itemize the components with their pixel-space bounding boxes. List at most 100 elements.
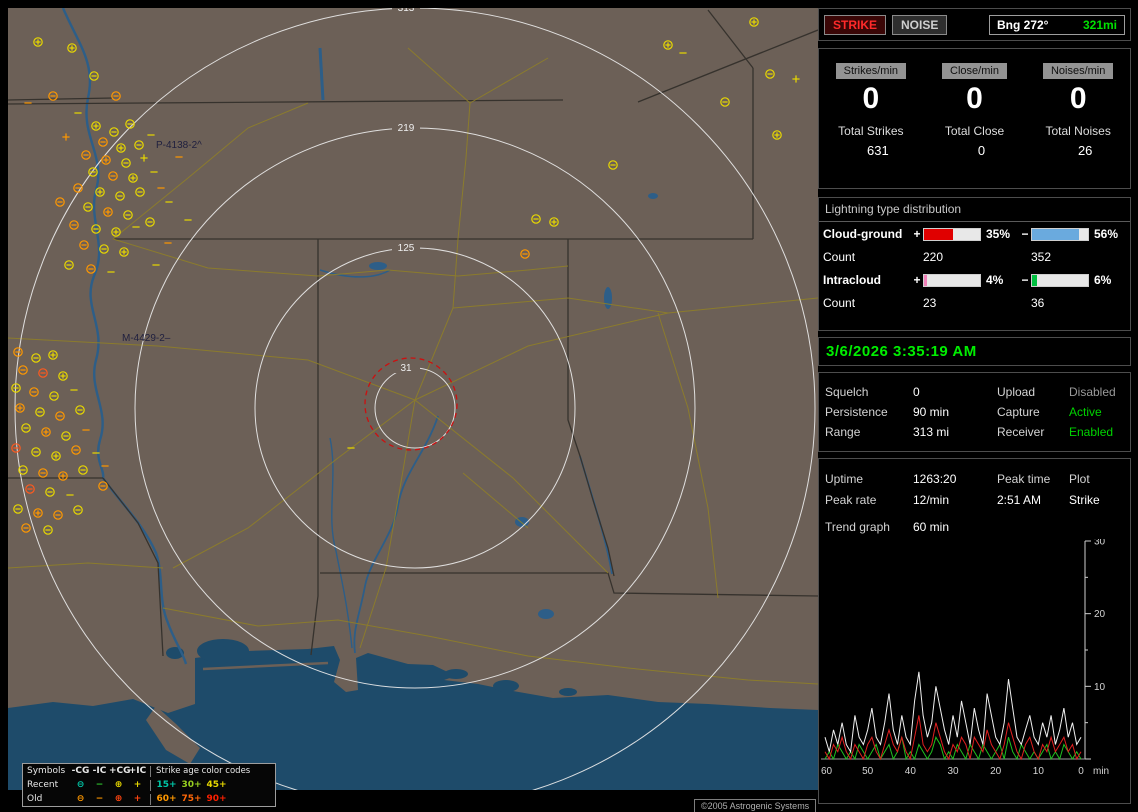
minus-sign: −	[1021, 273, 1029, 287]
mode-toolbar: STRIKE NOISE Bng 272° 321mi	[818, 8, 1131, 41]
bearing-value: Bng 272°	[997, 17, 1049, 32]
legend-row-old: Old ⊖ − ⊕ +60+ 75+ 90+	[23, 792, 275, 806]
intracloud-row: Intracloud + 4% − 6%	[819, 268, 1130, 292]
range-label: 125	[398, 243, 415, 254]
legend-col-neg-ic: -IC	[92, 766, 107, 776]
range-label: 31	[400, 363, 412, 374]
legend-col-pos-ic: +IC	[128, 766, 147, 776]
bearing-display: Bng 272° 321mi	[989, 14, 1125, 35]
app-window: 313 219 125 31 P-4138-2^ M-4429-2– Symbols -…	[0, 0, 1138, 812]
cg-plus-pct: 35%	[986, 227, 1011, 241]
legend-strike-symbol: ⊖	[76, 780, 85, 790]
ic-minus-bar	[1031, 273, 1089, 287]
legend-age-code: 30+	[181, 780, 202, 790]
map-canvas[interactable]: 313 219 125 31 P-4138-2^ M-4429-2–	[8, 8, 818, 790]
range-value: 313 mi	[913, 425, 950, 439]
persistence-label: Persistence	[825, 405, 888, 419]
trend-graph-chart: 10 20 30 60 50 40 30 20 10 0 min	[821, 539, 1109, 777]
uptime-row: Uptime 1263:20 Peak time Plot	[825, 468, 1124, 489]
receiver-status: Enabled	[1069, 425, 1114, 439]
bearing-range: 321mi	[1082, 17, 1117, 32]
y-tick-label: 20	[1094, 609, 1106, 620]
x-axis-unit: min	[1093, 766, 1109, 777]
symbol-legend: Symbols -CG -IC +CG +IC Strike age color…	[22, 763, 276, 807]
trend-graph-row: Trend graph 60 min	[825, 516, 1124, 538]
peak-rate-value: 12/min	[913, 492, 950, 507]
upload-status: Disabled	[1069, 385, 1116, 399]
peak-time-label: Peak time	[997, 471, 1051, 486]
legend-strike-symbol: ⊕	[114, 794, 123, 804]
total-close-value: 0	[977, 143, 986, 158]
plus-sign: +	[913, 227, 921, 241]
strikes-per-min-value: 0	[862, 82, 880, 115]
cg-minus-pct: 56%	[1094, 227, 1119, 241]
legend-strike-symbol: +	[133, 780, 142, 790]
plus-sign: +	[913, 273, 921, 287]
legend-age-header: Strike age color codes	[156, 766, 251, 776]
datetime-box: 3/6/2026 3:35:19 AM	[818, 337, 1131, 366]
range-label: 219	[398, 123, 415, 134]
ic-plus-count: 23	[923, 296, 937, 310]
legend-strike-symbol: +	[133, 794, 142, 804]
count-label: Count	[823, 250, 856, 264]
x-tick-label: 10	[1033, 766, 1045, 777]
lightning-distribution: Lightning type distribution Cloud-ground…	[818, 197, 1131, 331]
persistence-value: 90 min	[913, 405, 950, 419]
squelch-label: Squelch	[825, 385, 869, 399]
close-per-min-value: 0	[966, 82, 983, 115]
settings-box: Squelch 0 Upload Disabled Persistence 90…	[818, 372, 1131, 452]
legend-age-code: 60+	[156, 794, 177, 804]
receiver-label: Receiver	[997, 425, 1045, 439]
y-tick-label: 10	[1094, 682, 1106, 693]
peak-rate-label: Peak rate	[825, 492, 877, 507]
map-panel: 313 219 125 31 P-4138-2^ M-4429-2– Symbols -…	[8, 8, 818, 812]
strike-button[interactable]: STRIKE	[824, 14, 887, 35]
uptime-label: Uptime	[825, 471, 864, 486]
cg-minus-count: 352	[1031, 250, 1052, 264]
legend-divider	[150, 779, 151, 791]
x-tick-label: 0	[1078, 766, 1084, 777]
range-label: 313	[398, 8, 415, 14]
total-close-label: Total Close	[944, 124, 1005, 138]
cloud-ground-label: Cloud-ground	[823, 227, 903, 241]
x-tick-label: 40	[905, 766, 917, 777]
legend-col-pos-cg: +CG	[109, 766, 131, 776]
station-label: M-4429-2–	[122, 333, 171, 344]
total-noises-value: 26	[1077, 143, 1093, 158]
legend-col-neg-cg: -CG	[71, 766, 90, 776]
noise-button[interactable]: NOISE	[892, 14, 948, 35]
legend-header-row: Symbols -CG -IC +CG +IC Strike age color…	[23, 764, 275, 778]
legend-age-code: 75+	[181, 794, 202, 804]
minus-sign: −	[1021, 227, 1029, 241]
y-tick-label: 30	[1094, 539, 1106, 548]
squelch-value: 0	[913, 385, 920, 399]
cg-plus-count: 220	[923, 250, 944, 264]
trend-graph-label: Trend graph	[825, 520, 890, 534]
noises-counter-column: Noises/min 0 Total Noises 26	[1026, 49, 1130, 188]
legend-age-code: 90+	[206, 794, 227, 804]
legend-row-recent: Recent ⊖ − ⊕ +15+ 30+ 45+	[23, 778, 275, 792]
total-noises-label: Total Noises	[1045, 124, 1111, 138]
noises-per-min-badge[interactable]: Noises/min	[1042, 63, 1114, 79]
intracloud-label: Intracloud	[823, 273, 882, 287]
legend-divider	[150, 793, 151, 805]
cg-minus-bar	[1031, 227, 1089, 241]
capture-status: Active	[1069, 405, 1102, 419]
strikes-per-min-badge[interactable]: Strikes/min	[835, 63, 907, 79]
x-tick-label: 60	[821, 766, 833, 777]
legend-symbols-header: Symbols	[27, 766, 66, 776]
rate-counters: Strikes/min 0 Total Strikes 631 Close/mi…	[818, 48, 1131, 189]
legend-strike-symbol: −	[95, 794, 104, 804]
trend-series-noises	[824, 735, 1082, 761]
ic-minus-pct: 6%	[1094, 273, 1112, 287]
capture-label: Capture	[997, 405, 1040, 419]
legend-strike-symbol: ⊖	[76, 794, 85, 804]
current-datetime: 3/6/2026 3:35:19 AM	[826, 343, 977, 360]
legend-age-code: 45+	[206, 780, 227, 790]
ic-minus-count: 36	[1031, 296, 1045, 310]
cloud-ground-count-row: Count 220 352	[819, 246, 1130, 268]
count-label: Count	[823, 296, 856, 310]
close-per-min-badge[interactable]: Close/min	[942, 63, 1007, 79]
legend-divider	[150, 765, 151, 777]
x-tick-label: 30	[947, 766, 959, 777]
